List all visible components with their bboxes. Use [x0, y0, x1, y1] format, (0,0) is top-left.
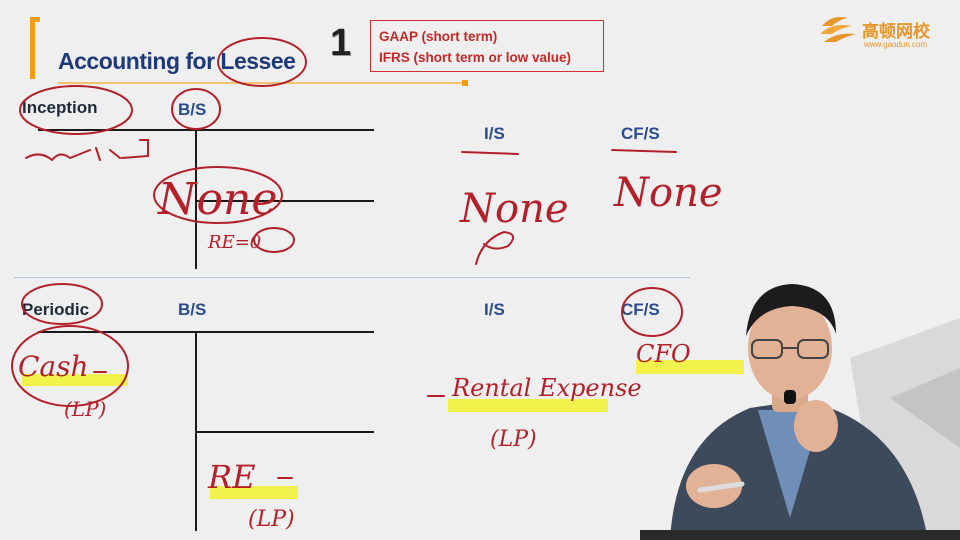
slide-canvas: Accounting for Lessee 1 GAAP (short term…: [0, 0, 960, 540]
scribble-inception-cash: [25, 139, 149, 162]
circle-inception: [19, 85, 133, 135]
hw-re-zero: RE=0: [207, 232, 261, 253]
circle-periodic: [21, 283, 103, 325]
circle-bs-inception: [171, 88, 221, 130]
hw-re-lp: (LP): [248, 507, 295, 532]
microphone: [784, 390, 796, 404]
hw-none-is: None: [459, 186, 569, 232]
hw-none-bs: None: [157, 174, 277, 225]
hw-rental-expense: Rental Expense: [451, 374, 642, 402]
scribble-is-zero: [475, 230, 515, 265]
hw-cash-lp: (LP): [64, 397, 106, 421]
hw-none-cfs: None: [613, 170, 723, 216]
underline-cfs-inception: [611, 149, 677, 153]
presenter-hand-right: [794, 400, 838, 452]
hw-re: RE: [207, 458, 255, 496]
underline-is-inception: [461, 151, 519, 155]
presenter-video: [640, 284, 960, 540]
circle-title-lessee: [217, 37, 307, 87]
hw-cash: Cash: [18, 350, 89, 383]
hw-rental-lp: (LP): [490, 427, 537, 452]
desk: [640, 530, 960, 540]
